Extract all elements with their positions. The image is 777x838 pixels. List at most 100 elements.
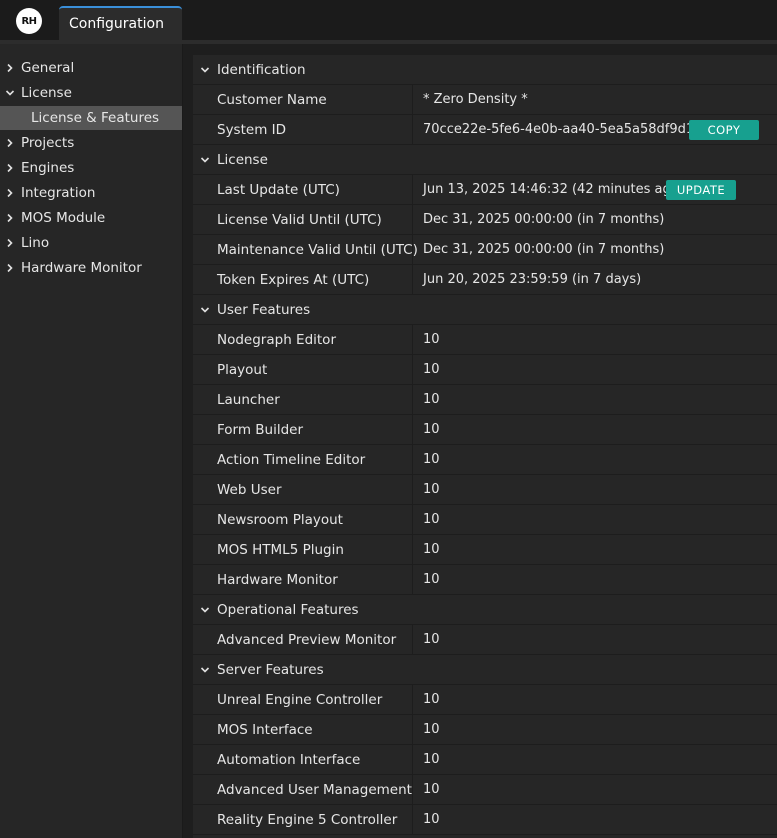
field-key: Token Expires At (UTC) (217, 272, 370, 288)
sidebar-item-license[interactable]: License (0, 81, 182, 105)
field-row-launcher: Launcher 10 (193, 385, 777, 415)
tab-label: Configuration (69, 16, 164, 32)
chevron-down-icon[interactable] (199, 595, 211, 625)
field-row-system-id: System ID 70cce22e-5fe6-4e0b-aa40-5ea5a58… (193, 115, 777, 145)
column-divider (412, 805, 413, 834)
column-divider (412, 715, 413, 744)
column-divider (412, 565, 413, 594)
sidebar-item-label: Lino (21, 235, 50, 251)
chevron-down-icon[interactable] (199, 295, 211, 325)
field-value: 10 (423, 752, 440, 767)
logo-text: RH (21, 15, 37, 27)
column-divider (412, 85, 413, 114)
field-key: License Valid Until (UTC) (217, 212, 382, 228)
sidebar-item-label: Hardware Monitor (21, 260, 142, 276)
field-value: 10 (423, 452, 440, 467)
field-key: Nodegraph Editor (217, 332, 336, 348)
column-divider (412, 115, 413, 144)
field-value: Dec 31, 2025 00:00:00 (in 7 months) (423, 212, 665, 227)
section-title: Operational Features (217, 602, 359, 618)
chevron-right-icon[interactable] (4, 156, 16, 180)
sidebar-item-lino[interactable]: Lino (0, 231, 182, 255)
chevron-down-icon[interactable] (199, 145, 211, 175)
chevron-down-icon[interactable] (199, 655, 211, 685)
chevron-right-icon[interactable] (4, 231, 16, 255)
section-header-license[interactable]: License (193, 145, 777, 175)
field-key: Launcher (217, 392, 280, 408)
field-row-playout: Playout 10 (193, 355, 777, 385)
copy-button[interactable]: COPY (689, 120, 759, 140)
field-row-license-valid-until-utc: License Valid Until (UTC) Dec 31, 2025 00… (193, 205, 777, 235)
chevron-right-icon[interactable] (4, 206, 16, 230)
field-key: Advanced User Management (217, 782, 412, 798)
column-divider (412, 205, 413, 234)
field-value: 10 (423, 632, 440, 647)
sidebar-item-label: Engines (21, 160, 75, 176)
column-divider (412, 505, 413, 534)
field-row-customer-name: Customer Name * Zero Density * (193, 85, 777, 115)
field-key: Reality Engine 5 Controller (217, 812, 398, 828)
column-divider (412, 775, 413, 804)
column-divider (412, 175, 413, 204)
license-features-panel: Identification Customer Name * Zero Densit… (193, 55, 777, 838)
field-key: Automation Interface (217, 752, 361, 768)
sidebar-item-projects[interactable]: Projects (0, 131, 182, 155)
update-button[interactable]: UPDATE (666, 180, 736, 200)
column-divider (412, 445, 413, 474)
chevron-right-icon[interactable] (4, 56, 16, 80)
field-row-hardware-monitor: Hardware Monitor 10 (193, 565, 777, 595)
chevron-down-icon[interactable] (199, 55, 211, 85)
field-row-token-expires-at-utc: Token Expires At (UTC) Jun 20, 2025 23:59… (193, 265, 777, 295)
column-divider (412, 475, 413, 504)
field-value: * Zero Density * (423, 92, 528, 107)
column-divider (412, 745, 413, 774)
field-key: Playout (217, 362, 268, 378)
field-value: 70cce22e-5fe6-4e0b-aa40-5ea5a58df9d1 (423, 122, 695, 137)
column-divider (412, 235, 413, 264)
field-value: 10 (423, 392, 440, 407)
section-header-operational-features[interactable]: Operational Features (193, 595, 777, 625)
field-value: Dec 31, 2025 00:00:00 (in 7 months) (423, 242, 665, 257)
sidebar-item-hardware-monitor[interactable]: Hardware Monitor (0, 256, 182, 280)
field-row-advanced-preview-monitor: Advanced Preview Monitor 10 (193, 625, 777, 655)
sidebar-item-license-features[interactable]: License & Features (0, 106, 182, 130)
field-value: 10 (423, 782, 440, 797)
chevron-right-icon[interactable] (4, 256, 16, 280)
tab-configuration[interactable]: Configuration (59, 6, 182, 40)
column-divider (412, 685, 413, 714)
chevron-right-icon[interactable] (4, 181, 16, 205)
sidebar-item-engines[interactable]: Engines (0, 156, 182, 180)
sidebar-item-label: Integration (21, 185, 96, 201)
field-key: MOS Interface (217, 722, 313, 738)
field-key: Newsroom Playout (217, 512, 343, 528)
field-row-reality-engine-5-controller: Reality Engine 5 Controller 10 (193, 805, 777, 835)
sidebar-item-general[interactable]: General (0, 56, 182, 80)
chevron-down-icon[interactable] (4, 81, 16, 105)
field-key: Unreal Engine Controller (217, 692, 383, 708)
field-key: Form Builder (217, 422, 304, 438)
app-logo[interactable]: RH (16, 8, 42, 34)
chevron-right-icon[interactable] (4, 131, 16, 155)
section-title: Server Features (217, 662, 324, 678)
field-key: Customer Name (217, 92, 327, 108)
column-divider (412, 385, 413, 414)
section-header-server-features[interactable]: Server Features (193, 655, 777, 685)
section-header-user-features[interactable]: User Features (193, 295, 777, 325)
section-title: Identification (217, 62, 306, 78)
field-row-web-user: Web User 10 (193, 475, 777, 505)
section-header-identification[interactable]: Identification (193, 55, 777, 85)
column-divider (412, 265, 413, 294)
column-divider (412, 535, 413, 564)
field-row-action-timeline-editor: Action Timeline Editor 10 (193, 445, 777, 475)
field-value: 10 (423, 722, 440, 737)
field-row-unreal-engine-controller: Unreal Engine Controller 10 (193, 685, 777, 715)
field-row-maintenance-valid-until-utc: Maintenance Valid Until (UTC) Dec 31, 202… (193, 235, 777, 265)
column-divider (412, 325, 413, 354)
field-value: 10 (423, 812, 440, 827)
sidebar-item-integration[interactable]: Integration (0, 181, 182, 205)
sidebar-item-label: Projects (21, 135, 75, 151)
sidebar-item-mos-module[interactable]: MOS Module (0, 206, 182, 230)
field-row-newsroom-playout: Newsroom Playout 10 (193, 505, 777, 535)
field-value: 10 (423, 362, 440, 377)
field-row-mos-html5-plugin: MOS HTML5 Plugin 10 (193, 535, 777, 565)
